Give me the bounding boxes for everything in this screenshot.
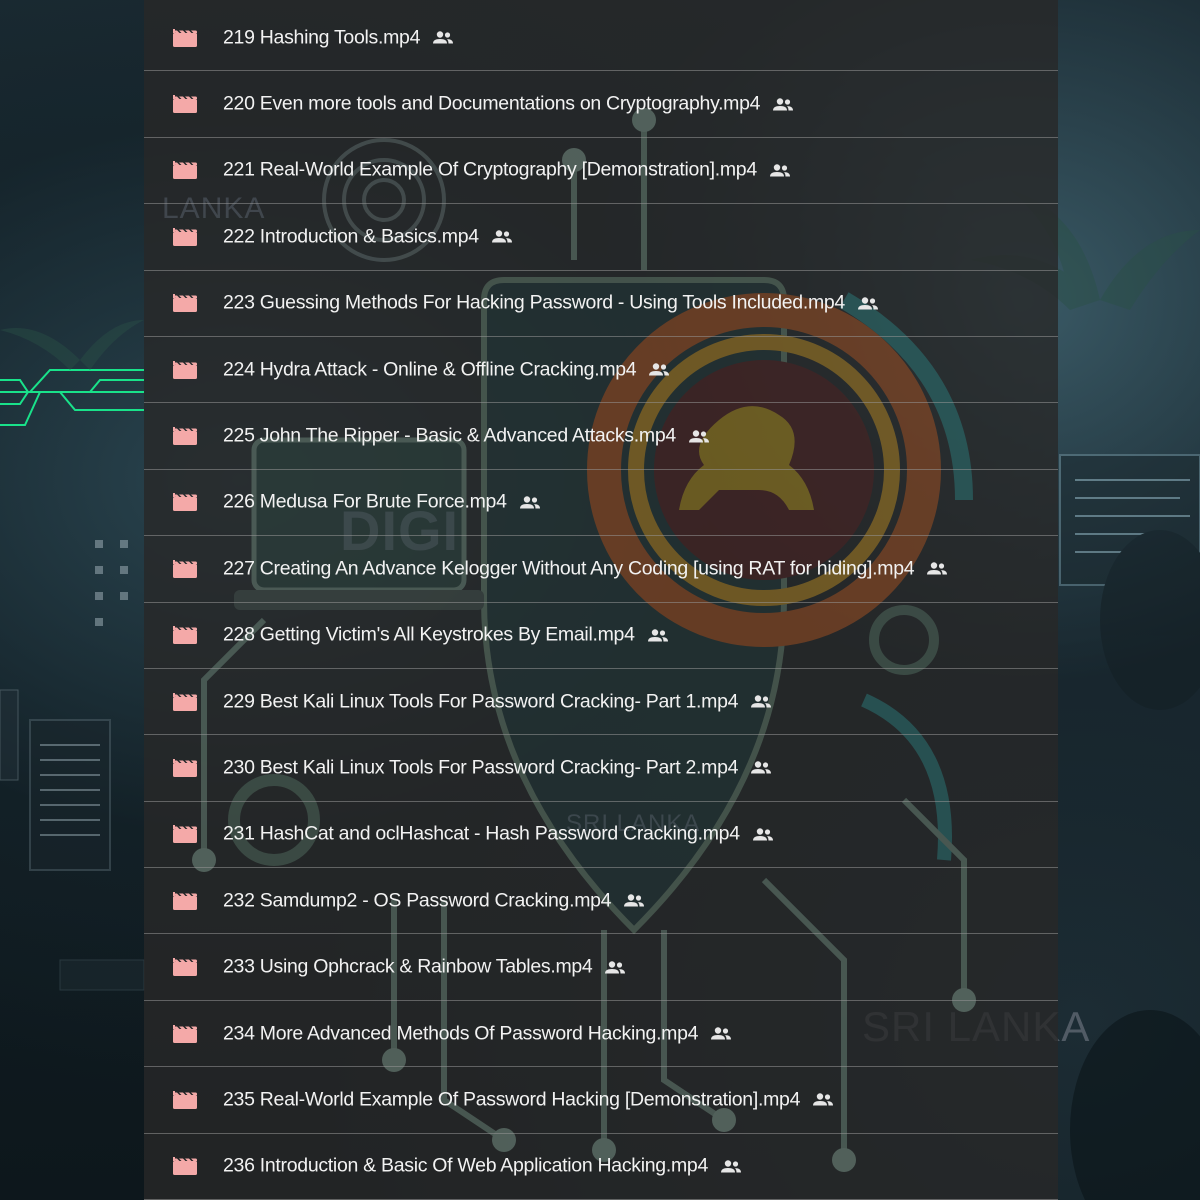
video-file-icon bbox=[173, 360, 197, 379]
video-file-icon bbox=[173, 1157, 197, 1176]
video-file-icon bbox=[173, 626, 197, 645]
file-name[interactable]: 234 More Advanced Methods Of Password Ha… bbox=[223, 1022, 732, 1045]
shared-people-icon bbox=[813, 1093, 834, 1106]
file-name[interactable]: 229 Best Kali Linux Tools For Password C… bbox=[223, 690, 772, 713]
shared-people-icon bbox=[688, 429, 709, 443]
file-name[interactable]: 226 Medusa For Brute Force.mp4 bbox=[223, 491, 541, 514]
shared-people-icon bbox=[647, 629, 668, 642]
file-row[interactable]: 228 Getting Victim's All Keystrokes By E… bbox=[144, 603, 1058, 669]
file-row[interactable]: 226 Medusa For Brute Force.mp4 bbox=[144, 470, 1058, 537]
file-row[interactable]: 234 More Advanced Methods Of Password Ha… bbox=[144, 1001, 1058, 1068]
file-name-text: 229 Best Kali Linux Tools For Password C… bbox=[223, 690, 739, 713]
file-row[interactable]: 223 Guessing Methods For Hacking Passwor… bbox=[144, 271, 1058, 337]
shared-people-icon bbox=[605, 960, 626, 974]
file-name-text: 230 Best Kali Linux Tools For Password C… bbox=[223, 756, 739, 779]
file-row[interactable]: 232 Samdump2 - OS Password Cracking.mp4 bbox=[144, 868, 1058, 935]
video-file-icon bbox=[173, 891, 197, 910]
file-name-text: 236 Introduction & Basic Of Web Applicat… bbox=[223, 1154, 708, 1177]
left-panel-equipment bbox=[0, 540, 145, 991]
file-name[interactable]: 221 Real-World Example Of Cryptography [… bbox=[223, 159, 791, 182]
video-file-icon bbox=[173, 825, 197, 844]
video-file-icon bbox=[173, 692, 197, 711]
file-name[interactable]: 228 Getting Victim's All Keystrokes By E… bbox=[223, 624, 669, 647]
file-name[interactable]: 227 Creating An Advance Kelogger Without… bbox=[223, 557, 948, 580]
shared-people-icon bbox=[711, 1027, 732, 1040]
file-row[interactable]: 230 Best Kali Linux Tools For Password C… bbox=[144, 735, 1058, 802]
file-name-text: 225 John The Ripper - Basic & Advanced A… bbox=[223, 424, 676, 447]
file-name-text: 231 HashCat and oclHashcat - Hash Passwo… bbox=[223, 822, 740, 845]
file-row[interactable]: 219 Hashing Tools.mp4 bbox=[144, 5, 1058, 72]
file-name[interactable]: 231 HashCat and oclHashcat - Hash Passwo… bbox=[223, 823, 774, 846]
file-name[interactable]: 235 Real-World Example Of Password Hacki… bbox=[223, 1088, 834, 1111]
file-list: 219 Hashing Tools.mp4 220 Even more tools… bbox=[144, 5, 1058, 1200]
shared-people-icon bbox=[751, 695, 772, 708]
shared-people-icon bbox=[769, 164, 790, 177]
video-file-icon bbox=[173, 1024, 197, 1043]
file-name[interactable]: 225 John The Ripper - Basic & Advanced A… bbox=[223, 425, 710, 448]
file-name-text: 220 Even more tools and Documentations o… bbox=[223, 92, 761, 115]
shared-people-icon bbox=[491, 230, 512, 243]
shared-people-icon bbox=[624, 894, 645, 907]
file-name[interactable]: 230 Best Kali Linux Tools For Password C… bbox=[223, 756, 772, 779]
shared-people-icon bbox=[751, 761, 772, 774]
file-row[interactable]: 233 Using Ophcrack & Rainbow Tables.mp4 bbox=[144, 934, 1058, 1001]
shared-people-icon bbox=[649, 363, 670, 376]
file-name[interactable]: 223 Guessing Methods For Hacking Passwor… bbox=[223, 292, 879, 315]
file-name-text: 233 Using Ophcrack & Rainbow Tables.mp4 bbox=[223, 955, 593, 978]
video-file-icon bbox=[173, 28, 197, 47]
file-row[interactable]: 222 Introduction & Basics.mp4 bbox=[144, 204, 1058, 271]
file-name[interactable]: 220 Even more tools and Documentations o… bbox=[223, 93, 794, 116]
file-name[interactable]: 222 Introduction & Basics.mp4 bbox=[223, 225, 513, 248]
video-file-icon bbox=[173, 758, 197, 777]
green-circuit-decoration bbox=[0, 369, 144, 426]
file-name-text: 235 Real-World Example Of Password Hacki… bbox=[223, 1088, 801, 1111]
video-file-icon bbox=[173, 559, 197, 578]
file-name-text: 232 Samdump2 - OS Password Cracking.mp4 bbox=[223, 889, 612, 912]
file-name-text: 224 Hydra Attack - Online & Offline Crac… bbox=[223, 358, 637, 381]
file-row[interactable]: 227 Creating An Advance Kelogger Without… bbox=[144, 536, 1058, 603]
file-name-text: 219 Hashing Tools.mp4 bbox=[223, 26, 421, 49]
file-row[interactable]: 235 Real-World Example Of Password Hacki… bbox=[144, 1067, 1058, 1134]
right-panel-equipment bbox=[1059, 454, 1200, 1200]
file-name-text: 223 Guessing Methods For Hacking Passwor… bbox=[223, 291, 845, 314]
video-file-icon bbox=[173, 161, 197, 180]
video-file-icon bbox=[173, 493, 197, 512]
shared-people-icon bbox=[773, 97, 794, 111]
file-name[interactable]: 224 Hydra Attack - Online & Offline Crac… bbox=[223, 358, 670, 381]
shared-people-icon bbox=[857, 297, 878, 310]
file-row[interactable]: 231 HashCat and oclHashcat - Hash Passwo… bbox=[144, 802, 1058, 869]
video-file-icon bbox=[173, 427, 197, 446]
file-name[interactable]: 236 Introduction & Basic Of Web Applicat… bbox=[223, 1155, 742, 1178]
file-name-text: 222 Introduction & Basics.mp4 bbox=[223, 225, 479, 248]
file-name[interactable]: 233 Using Ophcrack & Rainbow Tables.mp4 bbox=[223, 956, 626, 979]
file-row[interactable]: 220 Even more tools and Documentations o… bbox=[144, 71, 1058, 138]
shared-people-icon bbox=[752, 828, 773, 841]
video-file-icon bbox=[173, 1090, 197, 1109]
file-row[interactable]: 236 Introduction & Basic Of Web Applicat… bbox=[144, 1134, 1058, 1200]
file-name-text: 228 Getting Victim's All Keystrokes By E… bbox=[223, 623, 635, 646]
file-row[interactable]: 229 Best Kali Linux Tools For Password C… bbox=[144, 669, 1058, 736]
file-name-text: 221 Real-World Example Of Cryptography [… bbox=[223, 158, 757, 181]
video-file-icon bbox=[173, 95, 197, 114]
file-name[interactable]: 232 Samdump2 - OS Password Cracking.mp4 bbox=[223, 889, 645, 912]
file-name-text: 234 More Advanced Methods Of Password Ha… bbox=[223, 1022, 699, 1045]
file-row[interactable]: 225 John The Ripper - Basic & Advanced A… bbox=[144, 403, 1058, 470]
file-name-text: 227 Creating An Advance Kelogger Without… bbox=[223, 557, 915, 580]
shared-people-icon bbox=[433, 31, 454, 44]
shared-people-icon bbox=[927, 562, 948, 575]
file-row[interactable]: 224 Hydra Attack - Online & Offline Crac… bbox=[144, 337, 1058, 404]
shared-people-icon bbox=[519, 496, 540, 509]
video-file-icon bbox=[173, 294, 197, 313]
file-row[interactable]: 221 Real-World Example Of Cryptography [… bbox=[144, 138, 1058, 205]
file-name[interactable]: 219 Hashing Tools.mp4 bbox=[223, 26, 454, 49]
video-file-icon bbox=[173, 227, 197, 246]
file-name-text: 226 Medusa For Brute Force.mp4 bbox=[223, 490, 507, 513]
file-list-panel: LANKA DIGI SRI LANKA 219 Hashing Tools.m… bbox=[144, 0, 1058, 1200]
video-file-icon bbox=[173, 958, 197, 977]
shared-people-icon bbox=[721, 1160, 741, 1173]
